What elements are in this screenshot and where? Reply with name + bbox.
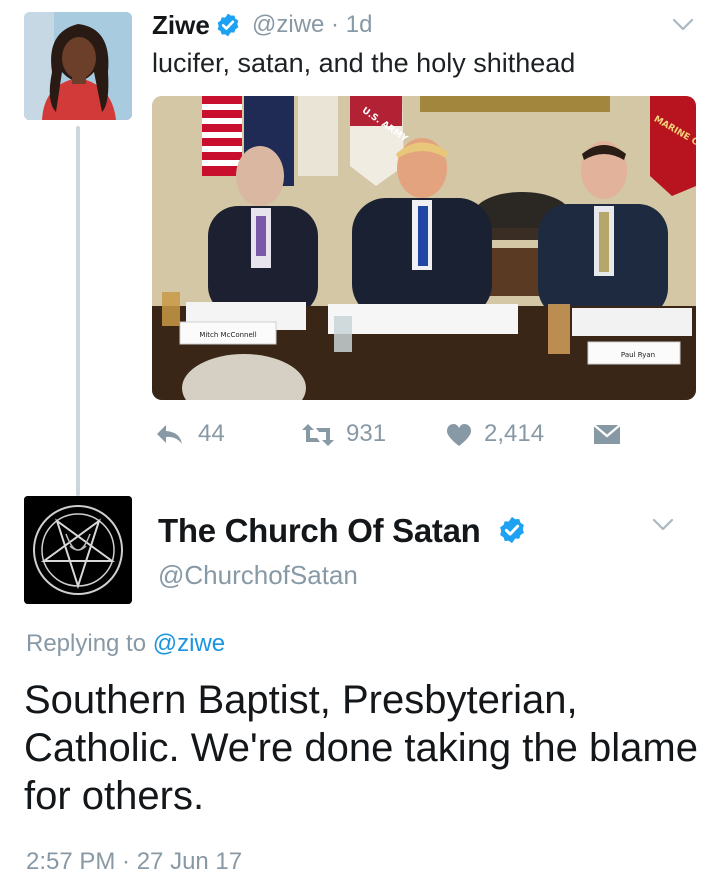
- glass-left: [162, 292, 180, 326]
- replying-to-line: Replying to @ziwe: [26, 630, 225, 658]
- tweet-handle-and-time[interactable]: @ziwe · 1d: [252, 11, 372, 39]
- chevron-down-icon[interactable]: [672, 18, 694, 32]
- retweet-icon[interactable]: [300, 422, 336, 448]
- tweet-text: lucifer, satan, and the holy shithead: [152, 48, 576, 78]
- chevron-down-icon[interactable]: [652, 518, 674, 532]
- tweet-photo[interactable]: U.S. ARMY MARINE CORPS: [152, 96, 696, 400]
- avatar-ziwe[interactable]: [24, 12, 132, 120]
- reply-author-name[interactable]: The Church Of Satan: [158, 512, 481, 550]
- reply-timestamp[interactable]: 2:57 PM · 27 Jun 17: [26, 848, 242, 876]
- replying-to-label: Replying to: [26, 630, 147, 657]
- reply-count[interactable]: 44: [198, 420, 225, 448]
- svg-text:Mitch McConnell: Mitch McConnell: [199, 331, 256, 339]
- flag-marine-corps: MARINE CORPS: [650, 96, 696, 196]
- direct-message-icon[interactable]: [592, 422, 622, 448]
- placard-right: Paul Ryan: [587, 341, 681, 365]
- reply-text: Southern Baptist, Presbyterian, Catholic…: [24, 678, 698, 818]
- retweet-count[interactable]: 931: [346, 420, 386, 448]
- verified-badge-icon: [500, 516, 524, 544]
- flag-white: [298, 96, 338, 176]
- svg-text:Paul Ryan: Paul Ryan: [621, 351, 655, 359]
- tweet-time-ago[interactable]: 1d: [346, 11, 373, 38]
- reply-handle[interactable]: @ChurchofSatan: [158, 560, 358, 591]
- placard-left: Mitch McConnell: [179, 321, 277, 345]
- paper-center: [328, 304, 518, 334]
- tweet-handle[interactable]: @ziwe: [252, 11, 324, 38]
- avatar-church-of-satan[interactable]: [24, 496, 132, 604]
- replying-to-handle-link[interactable]: @ziwe: [153, 630, 225, 657]
- flag-us: [202, 96, 242, 176]
- thread-connector-line: [76, 126, 80, 496]
- painting-frame: [420, 96, 610, 112]
- glass-center: [334, 316, 352, 352]
- like-heart-icon[interactable]: [444, 422, 474, 448]
- glass-right: [548, 304, 570, 354]
- like-count[interactable]: 2,414: [484, 420, 544, 448]
- tweet-author-name[interactable]: Ziwe: [152, 10, 210, 41]
- paper-right: [572, 308, 692, 336]
- separator-dot: ·: [331, 11, 340, 38]
- reply-icon[interactable]: [154, 422, 184, 448]
- verified-badge-icon: [217, 13, 239, 37]
